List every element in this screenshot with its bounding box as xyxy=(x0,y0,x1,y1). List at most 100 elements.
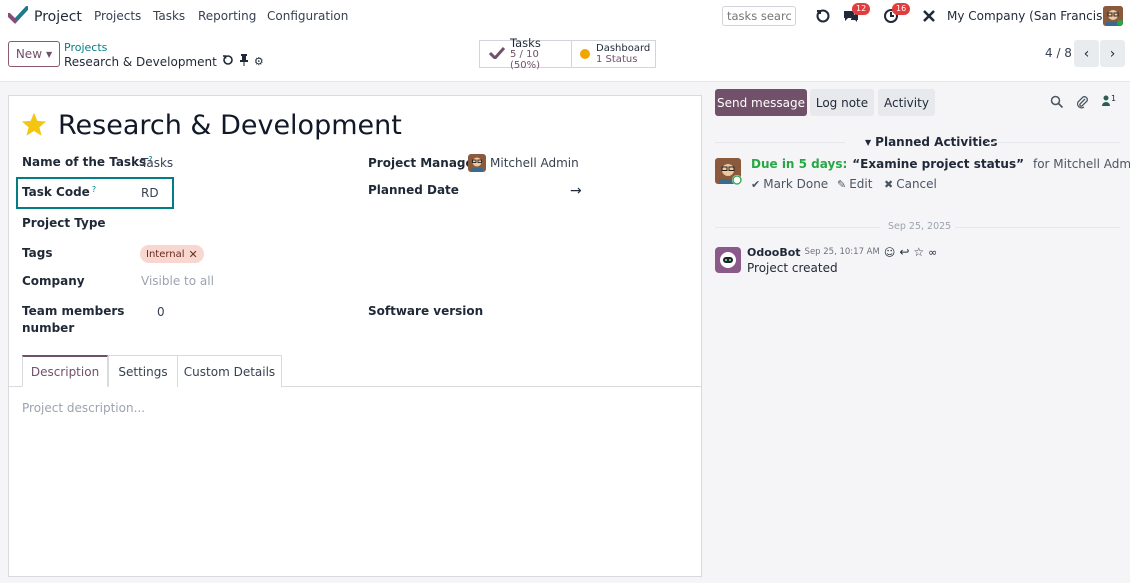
activity-assignee: for Mitchell Admin xyxy=(1032,157,1130,171)
tasks-button-sub: 5 / 10 (50%) xyxy=(510,48,541,71)
new-button-label: New xyxy=(15,47,43,61)
activity-clock-icon[interactable]: 16 xyxy=(880,3,911,26)
edit-label: Edit xyxy=(849,177,873,191)
caret-down-icon: ▼ xyxy=(865,137,872,147)
description-field[interactable]: Project description... xyxy=(22,401,145,415)
tab-settings-label: Settings xyxy=(118,364,168,379)
tag-internal-label: Internal xyxy=(146,248,185,260)
tab-settings[interactable]: Settings xyxy=(108,355,178,387)
star-outline-icon[interactable]: ☆ xyxy=(913,245,924,259)
app-name: Project xyxy=(34,9,82,25)
tab-description[interactable]: Description xyxy=(22,355,108,387)
divider xyxy=(987,142,1120,143)
menu-tasks[interactable]: Tasks xyxy=(153,9,185,23)
menu-reporting[interactable]: Reporting xyxy=(198,9,256,23)
pin-icon[interactable] xyxy=(239,54,249,69)
planned-date-label: Planned Date xyxy=(368,183,459,197)
user-avatar[interactable] xyxy=(1103,6,1123,26)
notebook-tabs: Description Settings Custom Details xyxy=(8,355,702,387)
reply-icon[interactable]: ↩ xyxy=(899,245,909,259)
name-of-tasks-field[interactable]: Tasks xyxy=(141,156,173,170)
project-manager-label: Project Manager xyxy=(368,156,480,170)
pager-value[interactable]: 4 / 8 xyxy=(1045,46,1072,60)
project-manager-name: Mitchell Admin xyxy=(490,156,579,170)
chevron-left-icon: ‹ xyxy=(1083,45,1090,62)
pager-previous-button[interactable]: ‹ xyxy=(1074,40,1099,67)
checkmark-icon xyxy=(7,6,29,28)
message-body: Project created xyxy=(747,261,838,275)
message-author[interactable]: OdooBot xyxy=(747,246,801,259)
log-note-label: Log note xyxy=(815,95,869,110)
followers-button[interactable]: 1 xyxy=(1101,94,1116,109)
planned-activities-toggle[interactable]: ▼ Planned Activities xyxy=(865,135,997,149)
activity-avatar xyxy=(715,158,743,186)
tab-description-label: Description xyxy=(30,364,100,379)
messages-badge: 12 xyxy=(852,3,871,15)
team-members-label-2: number xyxy=(22,321,75,335)
status-dot-icon xyxy=(580,49,590,59)
project-type-label: Project Type xyxy=(22,216,106,230)
menu-configuration[interactable]: Configuration xyxy=(267,9,348,23)
send-message-label: Send message xyxy=(717,95,805,110)
name-of-tasks-label: Name of the Tasks? xyxy=(22,155,152,169)
check-icon xyxy=(488,46,506,62)
paperclip-icon[interactable] xyxy=(1075,95,1089,112)
caret-down-icon: ▼ xyxy=(46,49,53,59)
log-note-button[interactable]: Log note xyxy=(810,89,874,116)
close-icon[interactable]: ✕ xyxy=(189,248,198,261)
pager-next-button[interactable]: › xyxy=(1100,40,1125,67)
tab-custom-details-label: Custom Details xyxy=(183,364,276,379)
project-manager-field[interactable]: Mitchell Admin xyxy=(468,154,579,172)
tag-internal: Internal ✕ xyxy=(140,245,204,263)
user-icon xyxy=(1101,94,1111,109)
tasks-search-input[interactable] xyxy=(722,6,796,26)
dashboard-button-label: Dashboard xyxy=(596,43,651,54)
activity-item: Due in 5 days: “Examine project status” … xyxy=(751,157,1130,171)
menu-projects[interactable]: Projects xyxy=(94,9,141,23)
date-separator: Sep 25, 2025 xyxy=(888,221,952,232)
task-code-field[interactable]: RD xyxy=(141,186,159,200)
company-label: Company xyxy=(22,274,85,288)
odoobot-avatar xyxy=(715,247,741,273)
company-field[interactable]: Visible to all xyxy=(141,274,214,288)
search-icon[interactable] xyxy=(1050,95,1064,112)
activities-badge: 16 xyxy=(892,3,911,15)
app-brand[interactable]: Project xyxy=(7,6,82,28)
messages-icon[interactable]: 12 xyxy=(840,3,871,26)
tasks-smart-button[interactable]: Tasks 5 / 10 (50%) xyxy=(479,37,572,71)
gear-icon[interactable]: ⚙ xyxy=(254,55,264,68)
edit-link[interactable]: ✎ Edit xyxy=(837,177,872,191)
project-name[interactable]: Research & Development xyxy=(58,110,402,141)
tags-label: Tags xyxy=(22,246,53,260)
dashboard-smart-button[interactable]: Dashboard 1 Status xyxy=(571,40,656,68)
name-of-tasks-label-text: Name of the Tasks xyxy=(22,155,147,169)
help-icon[interactable]: ? xyxy=(92,185,96,194)
cancel-link[interactable]: ✖ Cancel xyxy=(884,177,937,191)
tools-icon[interactable] xyxy=(918,6,940,26)
dashboard-button-sub: 1 Status xyxy=(596,54,638,65)
team-members-field[interactable]: 0 xyxy=(157,305,165,319)
company-switcher[interactable]: My Company (San Francisco) xyxy=(947,9,1121,23)
sync-icon[interactable] xyxy=(222,54,234,69)
divider xyxy=(715,227,880,228)
software-version-label: Software version xyxy=(368,304,484,318)
activity-button[interactable]: Activity xyxy=(878,89,935,116)
send-message-button[interactable]: Send message xyxy=(715,89,807,116)
breadcrumb-projects[interactable]: Projects xyxy=(64,41,107,54)
chevron-right-icon: › xyxy=(1109,45,1116,62)
link-icon[interactable]: ∞ xyxy=(928,246,937,259)
new-button[interactable]: New ▼ xyxy=(8,41,60,67)
star-icon[interactable] xyxy=(20,111,48,141)
message-header: OdooBot Sep 25, 10:17 AM ☺ ↩ ☆ ∞ xyxy=(747,245,937,259)
activity-label: Activity xyxy=(884,95,929,110)
breadcrumb-current: Research & Development ⚙ xyxy=(64,54,264,69)
mark-done-link[interactable]: ✔ Mark Done xyxy=(751,177,828,191)
activity-summary: “Examine project status” xyxy=(852,157,1024,171)
project-title: Research & Development xyxy=(20,110,402,141)
message-time: Sep 25, 10:17 AM xyxy=(804,247,880,257)
divider xyxy=(715,142,845,143)
add-reaction-icon[interactable]: ☺ xyxy=(884,246,895,259)
sync-icon[interactable] xyxy=(812,6,834,26)
tab-custom-details[interactable]: Custom Details xyxy=(177,355,282,387)
divider xyxy=(955,227,1120,228)
